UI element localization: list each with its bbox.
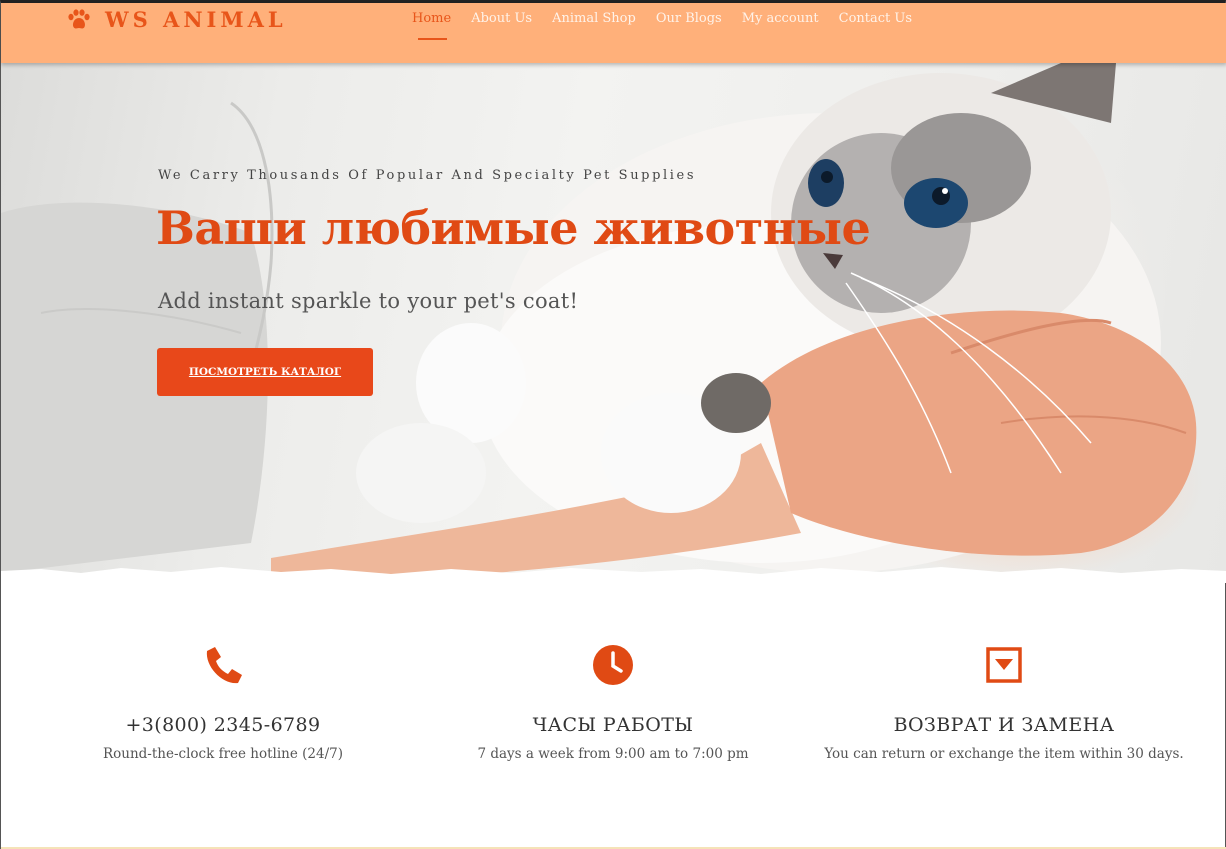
hotline-phone[interactable]: +3(800) 2345-6789 xyxy=(23,714,423,736)
cat-in-hands-photo xyxy=(1,63,1226,583)
hero-description: Add instant sparkle to your pet's coat! xyxy=(158,289,579,313)
return-box-icon xyxy=(986,647,1022,683)
phone-icon xyxy=(206,647,242,684)
hero-subtitle: We Carry Thousands Of Popular And Specia… xyxy=(158,168,697,183)
feature-hotline: +3(800) 2345-6789 Round-the-clock free h… xyxy=(23,643,423,762)
hours-description: 7 days a week from 9:00 am to 7:00 pm xyxy=(477,746,749,762)
logo-text: WS ANIMAL xyxy=(105,7,287,32)
view-catalog-button[interactable]: ПОСМОТРЕТЬ КАТАЛОГ xyxy=(157,348,373,396)
main-nav: Home About Us Animal Shop Our Blogs My a… xyxy=(412,11,932,40)
feature-returns: ВОЗВРАТ И ЗАМЕНА You can return or excha… xyxy=(804,643,1204,762)
hours-title: ЧАСЫ РАБОТЫ xyxy=(532,714,694,736)
site-logo[interactable]: WS ANIMAL xyxy=(67,7,287,32)
nav-our-blogs[interactable]: Our Blogs xyxy=(656,11,722,36)
nav-animal-shop[interactable]: Animal Shop xyxy=(552,11,636,36)
paw-icon xyxy=(68,8,90,28)
features-row: +3(800) 2345-6789 Round-the-clock free h… xyxy=(1,643,1226,783)
feature-hours: ЧАСЫ РАБОТЫ 7 days a week from 9:00 am t… xyxy=(413,643,813,762)
returns-title: ВОЗВРАТ И ЗАМЕНА xyxy=(893,714,1115,736)
hero-title: Ваши любимые животные xyxy=(156,201,871,255)
hero-banner: We Carry Thousands Of Popular And Specia… xyxy=(1,63,1226,583)
clock-icon xyxy=(593,645,633,685)
nav-contact-us[interactable]: Contact Us xyxy=(839,11,912,36)
nav-home[interactable]: Home xyxy=(412,11,451,40)
returns-description: You can return or exchange the item with… xyxy=(824,746,1184,762)
nav-my-account[interactable]: My account xyxy=(742,11,819,36)
hotline-description: Round-the-clock free hotline (24/7) xyxy=(102,746,344,762)
nav-about-us[interactable]: About Us xyxy=(471,11,532,36)
site-header: WS ANIMAL Home About Us Animal Shop Our … xyxy=(1,3,1226,63)
